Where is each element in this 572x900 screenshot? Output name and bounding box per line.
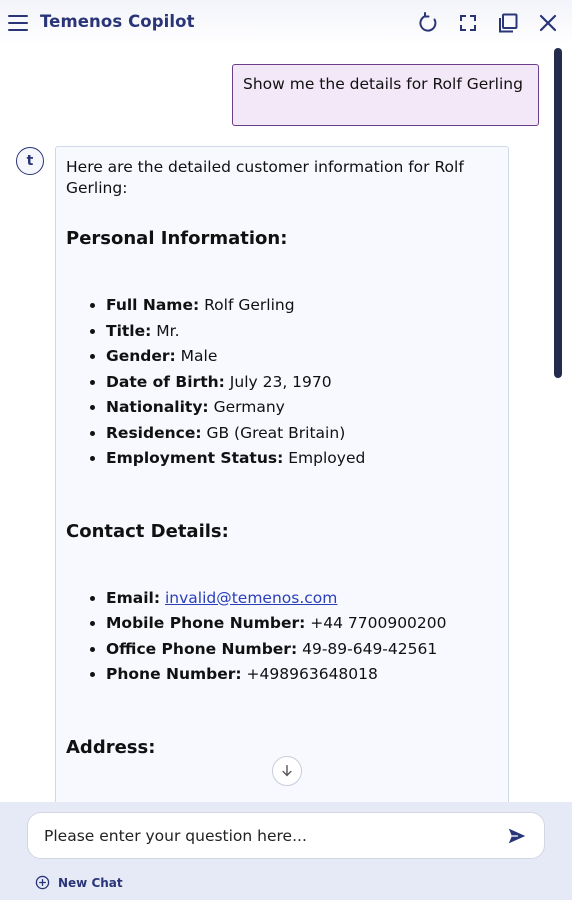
new-chat-label: New Chat — [58, 875, 123, 890]
list-item: Gender: Male — [106, 344, 498, 370]
scrollbar-thumb[interactable] — [554, 48, 562, 378]
field-label: Office Phone Number: — [106, 639, 298, 658]
question-input-box — [27, 812, 545, 859]
menu-icon[interactable] — [7, 12, 29, 34]
bot-avatar: t — [16, 147, 44, 175]
field-label: Title: — [106, 321, 152, 340]
arrow-down-icon — [282, 765, 292, 777]
field-value: Mr. — [156, 321, 180, 340]
question-input[interactable] — [44, 826, 498, 845]
email-link[interactable]: invalid@temenos.com — [165, 589, 337, 607]
bot-intro: Here are the detailed customer informati… — [66, 158, 464, 197]
send-icon[interactable] — [506, 825, 528, 847]
field-label: Gender: — [106, 347, 176, 365]
field-label: Nationality: — [106, 398, 209, 416]
field-value: 49-89-649-42561 — [302, 639, 438, 658]
contact-details-list: Email: invalid@temenos.com Mobile Phone … — [66, 586, 498, 688]
field-label: Employment Status: — [106, 449, 284, 467]
fullscreen-icon[interactable] — [456, 11, 480, 35]
chat-area: Show me the details for Rolf Gerling t H… — [0, 46, 572, 802]
field-value: +498963648018 — [246, 665, 378, 683]
field-value: July 23, 1970 — [229, 372, 332, 391]
field-label: Mobile Phone Number: — [106, 614, 306, 632]
refresh-icon[interactable] — [416, 11, 440, 35]
list-item: Full Name: Rolf Gerling — [106, 293, 498, 319]
field-label: Residence: — [106, 423, 202, 442]
scroll-down-button[interactable] — [272, 756, 302, 786]
app-title: Temenos Copilot — [40, 12, 195, 31]
list-item: Title: Mr. — [106, 319, 498, 345]
list-item: Date of Birth: July 23, 1970 — [106, 370, 498, 396]
field-label: Email: — [106, 588, 161, 607]
personal-info-list: Full Name: Rolf Gerling Title: Mr. Gende… — [66, 293, 498, 472]
user-message: Show me the details for Rolf Gerling — [232, 64, 539, 126]
list-item: Email: invalid@temenos.com — [106, 586, 498, 612]
personal-info-heading: Personal Information: — [66, 228, 288, 249]
field-value: Germany — [213, 398, 285, 416]
field-value: Employed — [288, 449, 366, 467]
list-item: Office Phone Number: 49-89-649-42561 — [106, 637, 498, 663]
field-value: +44 7700900200 — [310, 614, 447, 632]
list-item: Residence: GB (Great Britain) — [106, 421, 498, 447]
header: Temenos Copilot — [0, 0, 572, 46]
list-item: Mobile Phone Number: +44 7700900200 — [106, 611, 498, 637]
plus-circle-icon — [35, 875, 50, 890]
contact-details-heading: Contact Details: — [66, 520, 229, 542]
popout-icon[interactable] — [496, 11, 520, 35]
list-item: Nationality: Germany — [106, 395, 498, 421]
field-value: Male — [180, 347, 218, 365]
footer: New Chat — [0, 802, 572, 900]
field-label: Phone Number: — [106, 665, 242, 683]
list-item: Employment Status: Employed — [106, 446, 498, 472]
field-value: Rolf Gerling — [204, 296, 295, 314]
field-label: Date of Birth: — [106, 372, 225, 391]
field-value: GB (Great Britain) — [206, 423, 346, 442]
new-chat-button[interactable]: New Chat — [35, 875, 123, 890]
close-icon[interactable] — [536, 11, 560, 35]
list-item: Phone Number: +498963648018 — [106, 662, 498, 688]
bot-message: Here are the detailed customer informati… — [55, 146, 509, 802]
field-label: Full Name: — [106, 296, 200, 314]
